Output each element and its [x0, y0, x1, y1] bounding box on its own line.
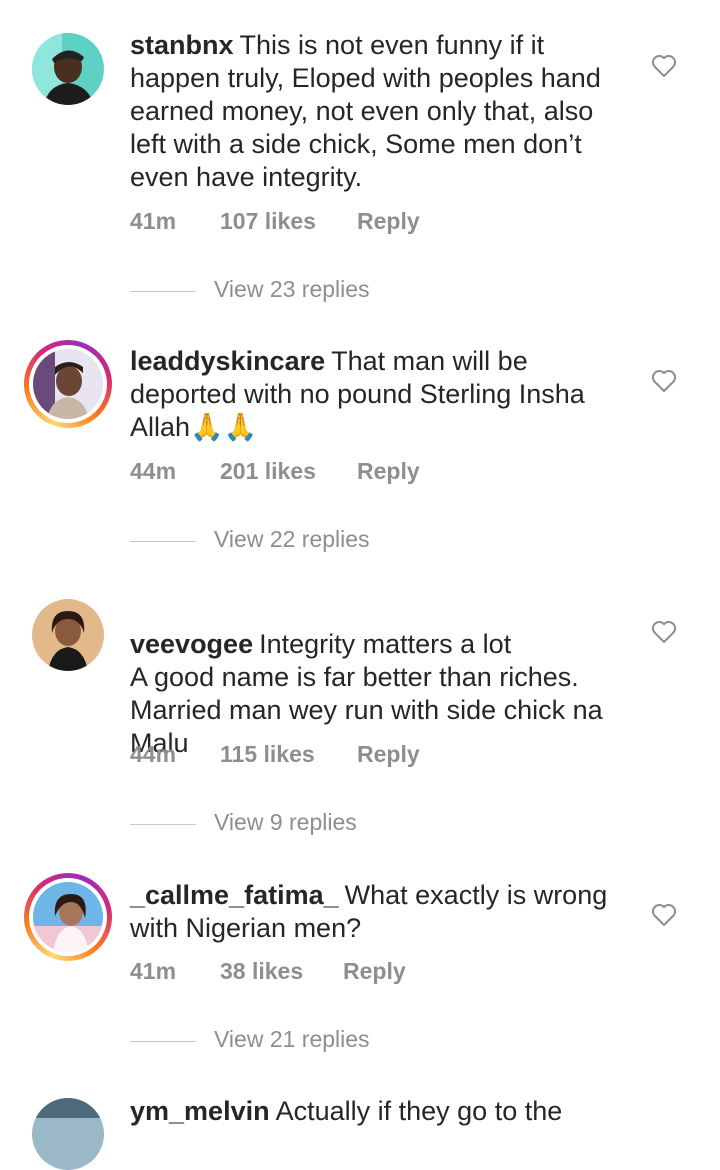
comment-username[interactable]: ym_melvin	[130, 1096, 270, 1126]
comment-item: ym_melvin Actually if they go to the	[0, 0, 720, 1170]
comment-body: Actually if they go to the	[275, 1096, 563, 1126]
comment-text: ym_melvin Actually if they go to the	[130, 1095, 630, 1128]
avatar[interactable]	[32, 1098, 104, 1170]
